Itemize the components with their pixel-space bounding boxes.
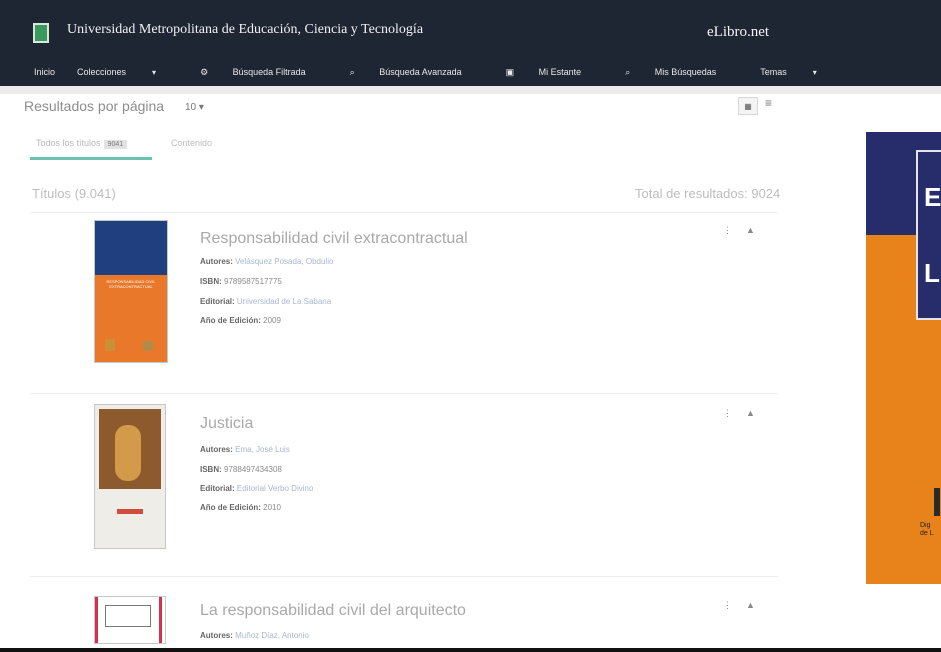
active-tab-indicator xyxy=(30,157,152,160)
book-cover[interactable]: RESPONSABILIDAD CIVIL EXTRACONTRACTUAL xyxy=(94,220,168,363)
cover-title xyxy=(117,509,143,514)
chevron-down-icon: ▾ xyxy=(198,102,204,113)
cover-title: RESPONSABILIDAD CIVIL EXTRACONTRACTUAL xyxy=(106,279,156,289)
result-year: Año de Edición: 2010 xyxy=(200,503,281,512)
titles-count: Títulos (9.041) xyxy=(32,186,116,201)
main-nav: Inicio Colecciones ▾ ⚙ Búsqueda Filtrada … xyxy=(34,64,861,80)
total-results: Total de resultados: 9024 xyxy=(635,186,781,201)
search-icon: ⌕ xyxy=(349,66,358,77)
result-actions: ⋮ ▲ xyxy=(723,225,755,236)
result-title[interactable]: La responsabilidad civil del arquitecto xyxy=(200,602,466,620)
count-badge: 9041 xyxy=(103,140,128,149)
cover-figure xyxy=(143,341,153,351)
results-per-page-label: Resultados por página xyxy=(24,98,165,114)
chevron-down-icon: ▾ xyxy=(812,68,817,77)
result-isbn: ISBN: 9788497434308 xyxy=(200,465,282,474)
ad-letter: L xyxy=(924,258,940,288)
more-icon[interactable]: ⋮ xyxy=(723,225,732,236)
divider xyxy=(30,393,778,394)
top-header: Universidad Metropolitana de Educación, … xyxy=(0,0,941,86)
filter-icon: ⚙ xyxy=(200,66,211,77)
ad-mark xyxy=(934,488,940,516)
tab-content[interactable]: Contenido xyxy=(171,138,212,148)
result-actions: ⋮ ▲ xyxy=(723,600,755,611)
result-publisher: Editorial: Universidad de La Sabana xyxy=(200,297,332,306)
result-actions: ⋮ ▲ xyxy=(723,408,755,419)
book-cover[interactable] xyxy=(94,596,166,644)
divider xyxy=(30,212,778,213)
nav-mi-estante[interactable]: ▣ Mi Estante xyxy=(506,67,604,78)
chevron-down-icon: ▾ xyxy=(152,68,157,77)
taskbar-edge xyxy=(0,648,941,652)
tab-all-titles[interactable]: Todos los títulos 9041 xyxy=(36,138,128,149)
result-authors: Autores: Ema, José Luis xyxy=(200,445,290,454)
more-icon[interactable]: ⋮ xyxy=(723,600,732,611)
ad-banner[interactable]: E L Dig de L xyxy=(866,132,941,584)
nav-temas[interactable]: Temas ▾ xyxy=(760,67,839,77)
cover-stripe xyxy=(159,597,162,643)
more-icon[interactable]: ⋮ xyxy=(723,408,732,419)
result-isbn: ISBN: 9789587517775 xyxy=(200,277,282,286)
nav-inicio[interactable]: Inicio xyxy=(34,67,55,77)
cover-stripe xyxy=(95,597,98,643)
divider xyxy=(30,576,778,577)
result-title[interactable]: Responsabilidad civil extracontractual xyxy=(200,230,468,248)
header-divider xyxy=(0,86,941,94)
list-view-icon[interactable]: ≡ xyxy=(765,96,772,110)
grid-view-icon[interactable]: ▦ xyxy=(738,97,758,115)
search-history-icon: ⌕ xyxy=(625,66,633,77)
cover-figure xyxy=(115,425,141,481)
result-publisher: Editorial: Editorial Verbo Divino xyxy=(200,484,314,493)
brand-logo[interactable]: eLibro.net xyxy=(707,24,769,41)
nav-colecciones[interactable]: Colecciones ▾ xyxy=(77,67,178,77)
shelf-icon[interactable]: ▲ xyxy=(746,225,755,236)
shelf-icon: ▣ xyxy=(505,66,517,77)
cover-band xyxy=(95,221,167,275)
cover-figure xyxy=(105,339,115,351)
cover-art xyxy=(105,605,151,627)
institution-name[interactable]: Universidad Metropolitana de Educación, … xyxy=(67,22,423,38)
nav-mis-busquedas[interactable]: ⌕ Mis Búsquedas xyxy=(625,67,738,78)
result-authors: Autores: Muñoz Díaz, Antonio xyxy=(200,631,309,640)
result-title[interactable]: Justicia xyxy=(200,415,253,433)
nav-busqueda-filtrada[interactable]: ⚙ Búsqueda Filtrada xyxy=(200,67,328,78)
ad-letter: E xyxy=(924,182,941,212)
ad-box xyxy=(916,150,941,320)
result-authors: Autores: Velásquez Posada, Obdulio xyxy=(200,257,334,266)
per-page-select[interactable]: 10 ▾ xyxy=(185,102,204,113)
nav-busqueda-avanzada[interactable]: ⌕ Búsqueda Avanzada xyxy=(350,67,484,78)
shelf-icon[interactable]: ▲ xyxy=(746,408,755,419)
book-cover[interactable] xyxy=(94,404,166,549)
ad-text: Dig de L xyxy=(920,522,934,537)
result-year: Año de Edición: 2009 xyxy=(200,316,281,325)
institution-logo-icon[interactable] xyxy=(33,23,49,43)
shelf-icon[interactable]: ▲ xyxy=(746,600,755,611)
